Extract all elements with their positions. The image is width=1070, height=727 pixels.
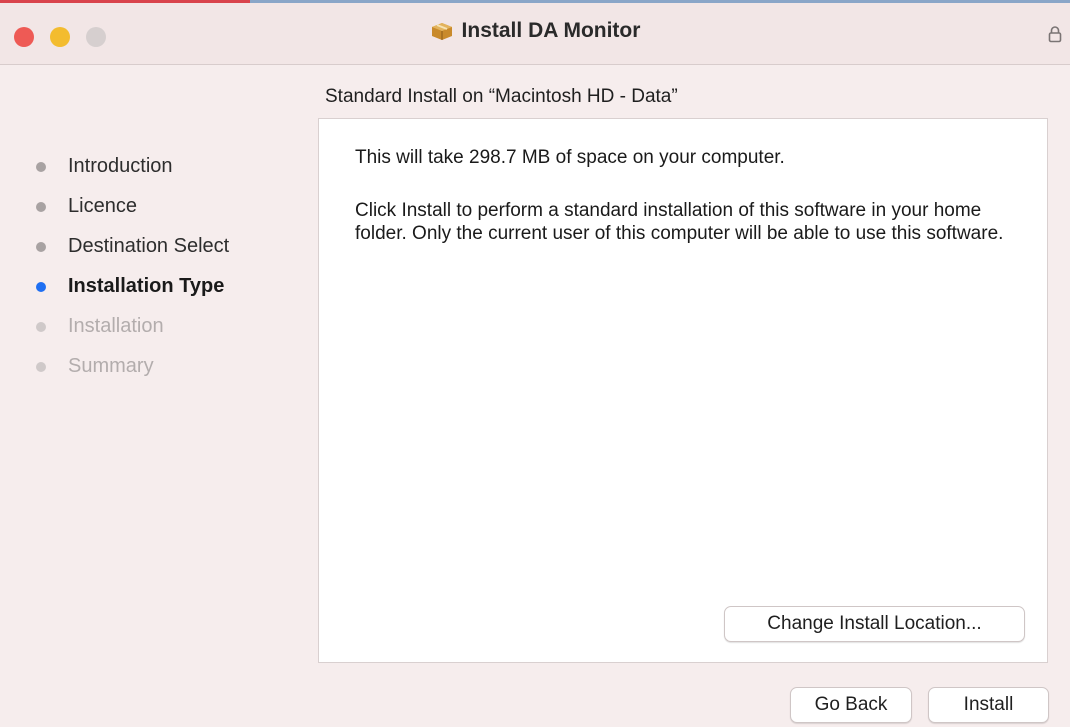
step-dot bbox=[36, 162, 46, 172]
lock-icon bbox=[1048, 25, 1062, 48]
step-dot bbox=[36, 202, 46, 212]
title-bar-accent bbox=[0, 0, 250, 3]
step-dot bbox=[36, 242, 46, 252]
step-dot bbox=[36, 322, 46, 332]
step-label: Installation Type bbox=[68, 275, 225, 297]
package-icon bbox=[430, 19, 454, 47]
install-description: Click Install to perform a standard inst… bbox=[355, 200, 1004, 244]
install-button[interactable]: Install bbox=[928, 687, 1049, 723]
step-label: Summary bbox=[68, 355, 154, 377]
title-separator bbox=[0, 64, 1070, 65]
step-label: Licence bbox=[68, 195, 137, 217]
content-panel: This will take 298.7 MB of space on your… bbox=[318, 118, 1048, 663]
step-label: Installation bbox=[68, 315, 164, 337]
step-dot-current bbox=[36, 282, 46, 292]
step-label: Destination Select bbox=[68, 235, 230, 257]
window-title: Install DA Monitor bbox=[461, 19, 641, 42]
step-label: Introduction bbox=[68, 155, 173, 177]
title-bar: Install DA Monitor bbox=[0, 0, 1070, 64]
step-dot bbox=[36, 362, 46, 372]
section-title: Standard Install on “Macintosh HD - Data… bbox=[325, 86, 678, 107]
window-title-group: Install DA Monitor bbox=[0, 19, 1070, 47]
space-required-text: This will take 298.7 MB of space on your… bbox=[355, 147, 785, 168]
go-back-button[interactable]: Go Back bbox=[790, 687, 912, 723]
change-install-location-button[interactable]: Change Install Location... bbox=[724, 606, 1025, 642]
installer-window: Install DA Monitor Introduction Licence … bbox=[0, 0, 1070, 727]
